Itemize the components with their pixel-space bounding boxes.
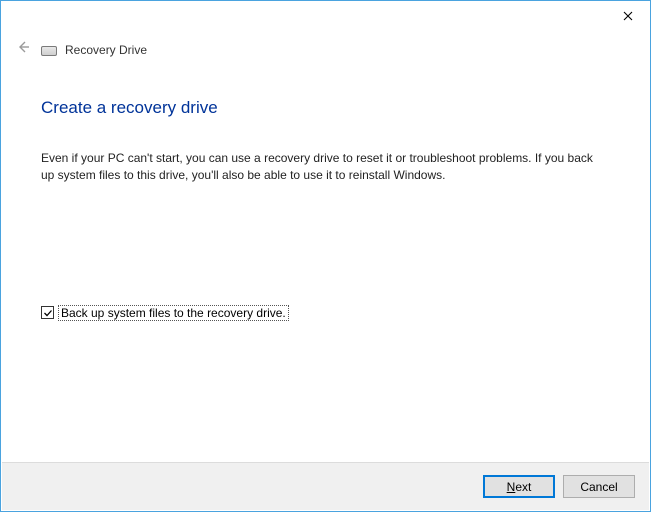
header-row: Recovery Drive (1, 31, 650, 60)
footer: Next Cancel (2, 462, 649, 510)
close-button[interactable] (605, 1, 650, 31)
page-title: Create a recovery drive (41, 98, 610, 118)
wizard-name: Recovery Drive (65, 43, 147, 57)
next-label-rest: ext (515, 480, 531, 494)
close-icon (623, 9, 633, 24)
back-arrow-icon (13, 39, 33, 60)
titlebar (1, 1, 650, 31)
next-button[interactable]: Next (483, 475, 555, 498)
cancel-button[interactable]: Cancel (563, 475, 635, 498)
content-area: Create a recovery drive Even if your PC … (1, 60, 650, 321)
backup-checkbox-row[interactable]: Back up system files to the recovery dri… (41, 305, 610, 321)
drive-icon (41, 46, 57, 56)
next-mnemonic: N (507, 480, 516, 494)
backup-checkbox[interactable] (41, 306, 54, 319)
backup-checkbox-label[interactable]: Back up system files to the recovery dri… (58, 305, 289, 321)
page-description: Even if your PC can't start, you can use… (41, 150, 601, 185)
